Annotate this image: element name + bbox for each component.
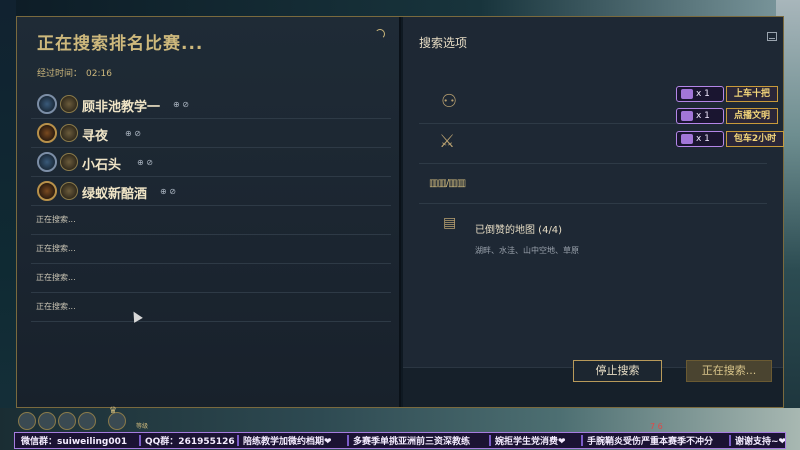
status-icons: ⊕ ⊘	[173, 100, 189, 109]
searching-slot-label: 正在搜索...	[36, 215, 76, 224]
ticker-separator	[581, 435, 583, 446]
role-selection-icon[interactable]: ▥▥/▥▥	[429, 178, 466, 189]
party-member-row[interactable]: 寻夜 ⊕ ⊘	[31, 120, 391, 148]
player-name: 顾非池教学一	[82, 100, 161, 115]
ticker-separator	[139, 435, 141, 446]
party-avatar-icon[interactable]	[78, 412, 96, 430]
party-member-row[interactable]: 顾非池教学一 ⊕ ⊘	[31, 91, 391, 119]
ticker-item: 谢谢支持~❤	[735, 437, 786, 447]
gift-badge: x 1	[676, 131, 724, 147]
background-left	[0, 0, 16, 450]
status-icons: ⊕ ⊘	[137, 158, 153, 167]
gift-icon	[681, 133, 693, 144]
gift-icon	[681, 110, 693, 121]
searching-slot-label: 正在搜索...	[36, 302, 76, 311]
stop-search-button[interactable]: 停止搜索	[573, 360, 662, 382]
party-avatar-icon[interactable]	[18, 412, 36, 430]
map-icon: ▤	[443, 215, 457, 231]
rank-emblem-icon	[37, 94, 57, 114]
player-name: 小石头	[82, 158, 122, 173]
ticker-item: 陪练教学加微约档期❤	[243, 437, 332, 447]
searching-slot: 正在搜索...	[31, 207, 391, 235]
search-title: 正在搜索排名比赛...	[37, 34, 204, 54]
gift-count: x 1	[696, 89, 710, 99]
party-avatar-icon[interactable]	[38, 412, 56, 430]
gift-count: x 1	[696, 134, 710, 144]
party-member-row[interactable]: 小石头 ⊕ ⊘	[31, 149, 391, 177]
searching-slot-label: 正在搜索...	[36, 273, 76, 282]
loading-spinner-icon	[375, 29, 385, 39]
avatar	[60, 182, 78, 200]
search-options-panel: 搜索选项 ⚇ ⚔ ▥▥/▥▥ ▤ 已倒赞的地图 (4/4) 湖畔、水洼、山中空地…	[403, 17, 783, 407]
background-top	[0, 0, 800, 16]
rank-emblem-icon	[37, 123, 57, 143]
level-label: 等级	[136, 423, 149, 430]
crossed-swords-icon[interactable]: ⚔	[439, 131, 455, 152]
ticker-separator	[489, 435, 491, 446]
avatar	[60, 153, 78, 171]
gift-icon	[681, 88, 693, 99]
ticker-item: 婉拒学生党消费❤	[495, 437, 566, 447]
party-panel: 正在搜索排名比赛... 经过时间： 02:16 顾非池教学一 ⊕ ⊘ 寻夜 ⊕ ⊘…	[17, 17, 401, 407]
searching-slot: 正在搜索...	[31, 294, 391, 322]
gift-label: 点播文明	[726, 108, 778, 124]
bottom-party-icons	[16, 410, 136, 432]
status-icons: ⊕ ⊘	[125, 129, 141, 138]
elapsed-time: 经过时间： 02:16	[37, 66, 112, 79]
gift-badge: x 1	[676, 86, 724, 102]
team-size-icon[interactable]: ⚇	[441, 91, 457, 112]
ticker-separator	[237, 435, 239, 446]
avatar	[60, 124, 78, 142]
gift-label: 包车2小时	[726, 131, 784, 147]
searching-slot: 正在搜索...	[31, 236, 391, 264]
gift-count: x 1	[696, 111, 710, 121]
ticker-item: 微信群：suiweiling001	[21, 437, 128, 447]
rank-emblem-icon	[37, 181, 57, 201]
party-member-row[interactable]: 绿蚁新醅酒 ⊕ ⊘	[31, 178, 391, 206]
vetoed-maps-list: 湖畔、水洼、山中空地、草原	[475, 246, 579, 255]
options-divider	[419, 163, 767, 164]
party-avatar-icon[interactable]	[58, 412, 76, 430]
searching-slot: 正在搜索...	[31, 265, 391, 293]
notification-counts: 7 6	[650, 422, 663, 431]
vetoed-maps-title[interactable]: 已倒赞的地图 (4/4)	[475, 221, 562, 236]
gift-label: 上车十把	[726, 86, 778, 102]
minimize-button[interactable]	[767, 32, 777, 41]
gift-badge: x 1	[676, 108, 724, 124]
crown-icon: ♛	[109, 406, 118, 416]
searching-slot-label: 正在搜索...	[36, 244, 76, 253]
player-name: 绿蚁新醅酒	[82, 187, 148, 202]
search-options-title: 搜索选项	[419, 36, 468, 50]
status-icons: ⊕ ⊘	[160, 187, 176, 196]
ticker-item: 手腕鞘炎受伤严重本赛季不冲分	[587, 437, 714, 447]
avatar	[60, 95, 78, 113]
options-divider	[419, 203, 767, 204]
elapsed-value: 02:16	[86, 69, 112, 79]
searching-status-button[interactable]: 正在搜索...	[686, 360, 772, 382]
elapsed-label: 经过时间：	[37, 69, 83, 79]
ticker-separator	[729, 435, 731, 446]
ticker-separator	[347, 435, 349, 446]
player-name: 寻夜	[82, 129, 109, 144]
ticker-item: 多赛季单挑亚洲前三资深教练	[353, 437, 471, 447]
stream-ticker: 微信群：suiweiling001 QQ群：261955126 陪练教学加微约档…	[14, 432, 786, 449]
rank-emblem-icon	[37, 152, 57, 172]
matchmaking-window: 正在搜索排名比赛... 经过时间： 02:16 顾非池教学一 ⊕ ⊘ 寻夜 ⊕ ⊘…	[16, 16, 784, 408]
ticker-item: QQ群：261955126	[145, 437, 235, 447]
